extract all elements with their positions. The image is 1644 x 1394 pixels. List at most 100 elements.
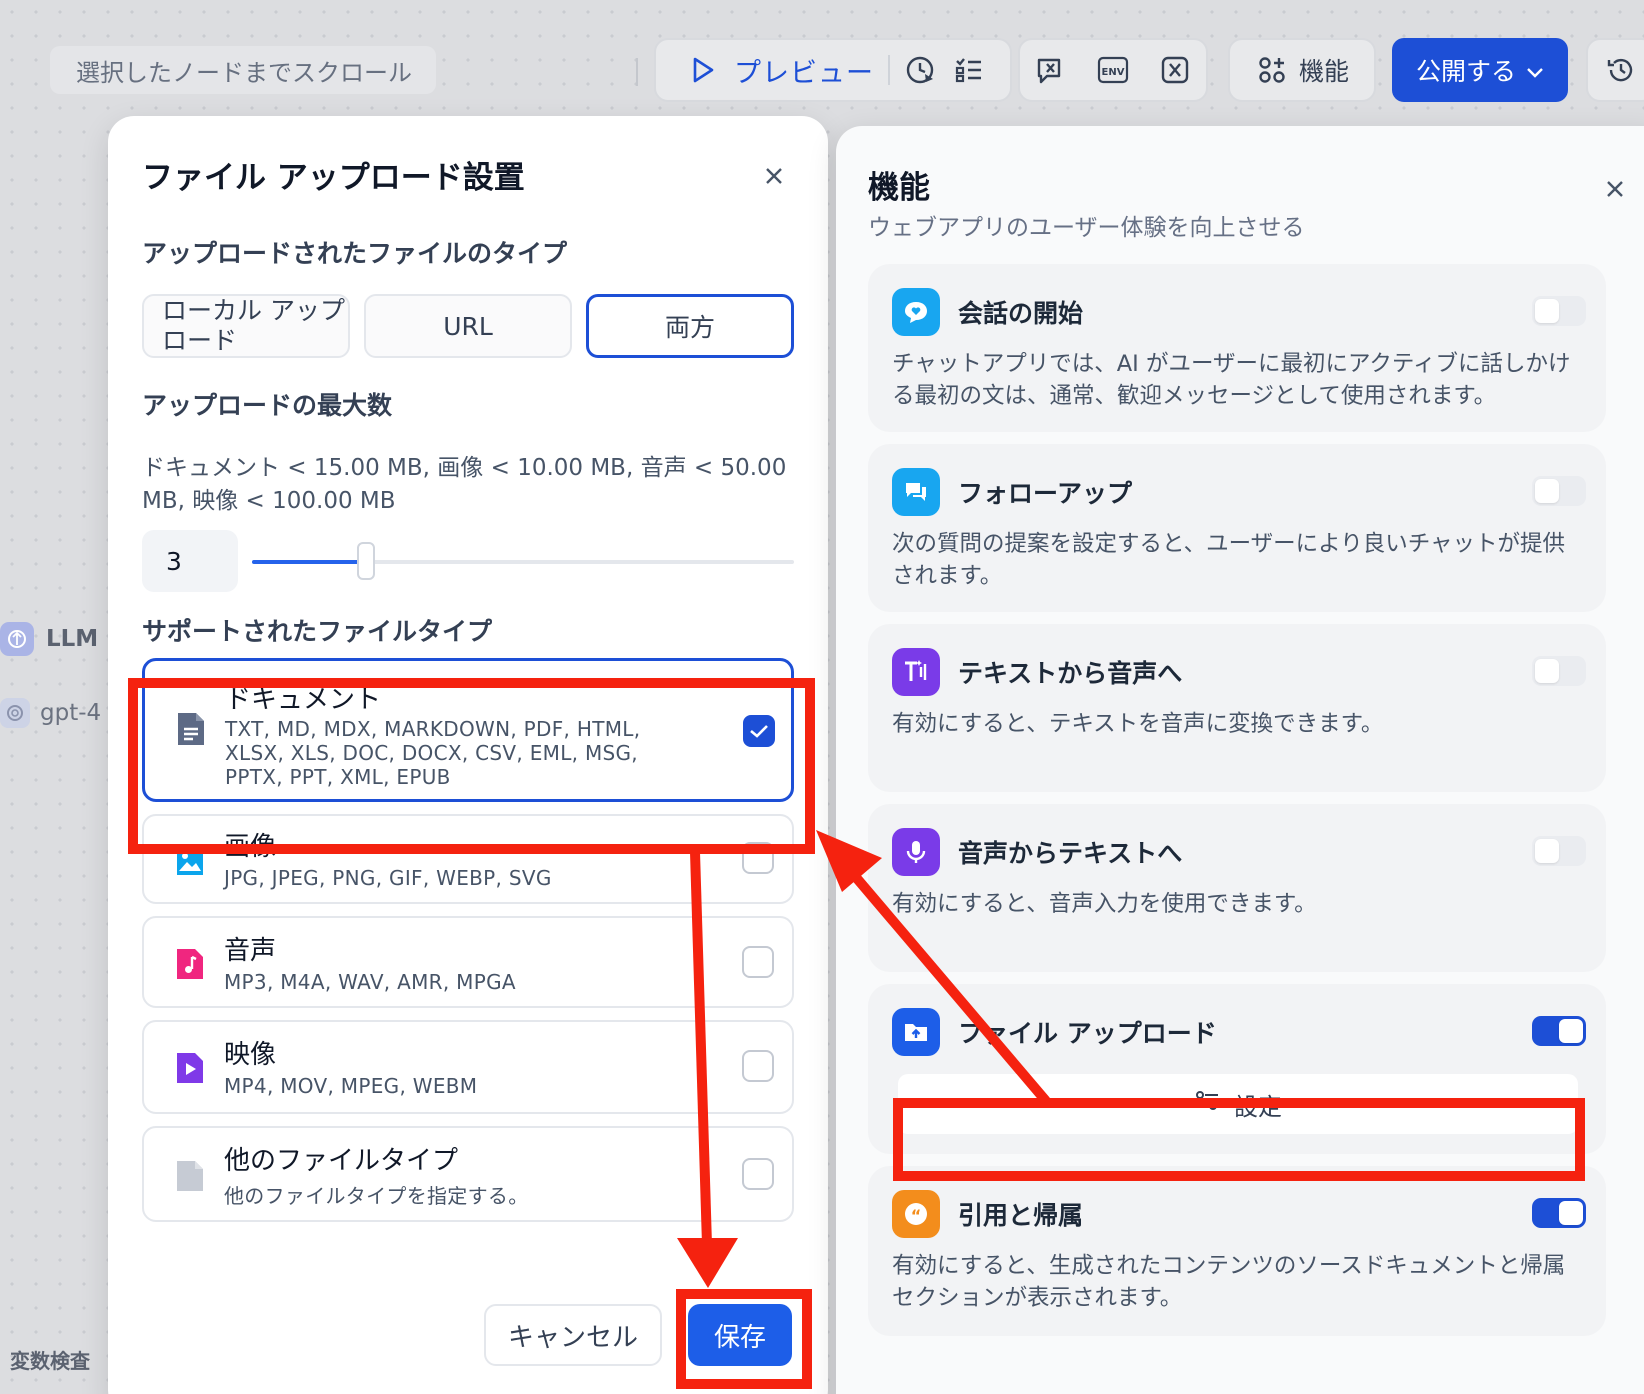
checklist-icon[interactable] — [952, 53, 986, 87]
file-type-video[interactable]: 映像 MP4, MOV, MPEG, WEBM — [142, 1020, 794, 1114]
supported-types-label: サポートされたファイルタイプ — [142, 617, 493, 646]
feature-follow-up: フォローアップ 次の質問の提案を設定すると、ユーザーにより良いチャットが提供され… — [868, 444, 1606, 612]
messages-icon — [892, 468, 940, 516]
file-type-name: 他のファイルタイプ — [224, 1146, 459, 1176]
preview-button-label[interactable]: プレビュー — [734, 51, 874, 90]
video-icon — [174, 1050, 206, 1086]
slider-thumb[interactable] — [356, 542, 375, 580]
history-icon — [1604, 53, 1638, 87]
file-type-document[interactable]: ドキュメント TXT, MD, MDX, MARKDOWN, PDF, HTML… — [142, 658, 794, 802]
quote-icon: “ — [892, 1190, 940, 1238]
file-type-checkbox[interactable] — [742, 1158, 774, 1190]
feature-description: 有効にすると、音声入力を使用できます。 — [892, 891, 1317, 917]
chat-bubble-icon — [892, 288, 940, 336]
document-icon — [175, 711, 207, 747]
feature-title: 音声からテキストへ — [958, 839, 1183, 868]
feature-toggle[interactable] — [1532, 476, 1586, 506]
feature-toggle[interactable] — [1532, 1198, 1586, 1228]
size-limits-text: ドキュメント < 15.00 MB, 画像 < 10.00 MB, 音声 < 5… — [142, 455, 787, 514]
toggle-knob — [1535, 659, 1559, 683]
scroll-to-node-button[interactable]: 選択したノードまでスクロール — [50, 46, 436, 94]
file-type-extensions: TXT, MD, MDX, MARKDOWN, PDF, HTML, XLSX,… — [225, 717, 641, 789]
close-icon[interactable] — [756, 158, 792, 194]
model-label: gpt-4 — [40, 700, 102, 726]
feature-text-to-speech: テキストから音声へ 有効にすると、テキストを音声に変換できます。 — [868, 624, 1606, 792]
top-toolbar: 選択したノードまでスクロール プレビュー ENV 機能 公開する — [0, 0, 1644, 120]
file-type-audio[interactable]: 音声 MP3, M4A, WAV, AMR, MPGA — [142, 916, 794, 1008]
toggle-knob — [1535, 839, 1559, 863]
upload-type-local[interactable]: ローカル アップロード — [142, 294, 350, 358]
file-type-checkbox[interactable] — [743, 715, 775, 747]
max-uploads-slider[interactable] — [252, 542, 794, 580]
file-upload-settings-button[interactable]: 設定 — [898, 1074, 1578, 1134]
upload-type-url[interactable]: URL — [364, 294, 572, 358]
file-type-image[interactable]: 画像 JPG, JPEG, PNG, GIF, WEBP, SVG — [142, 814, 794, 904]
file-type-name: 画像 — [224, 832, 277, 862]
audio-icon — [174, 946, 206, 982]
file-type-extensions: JPG, JPEG, PNG, GIF, WEBP, SVG — [224, 866, 552, 890]
toggle-knob — [1535, 299, 1559, 323]
feature-description: 次の質問の提案を設定すると、ユーザーにより良いチャットが提供されます。 — [892, 531, 1565, 589]
file-type-extensions: MP4, MOV, MPEG, WEBM — [224, 1074, 478, 1098]
cancel-button[interactable]: キャンセル — [484, 1304, 662, 1366]
features-title: 機能 — [868, 170, 930, 206]
toolbar-separator — [888, 55, 890, 85]
feature-toggle[interactable] — [1532, 1016, 1586, 1046]
file-icon — [174, 1158, 206, 1194]
llm-node-label: LLM — [46, 626, 99, 652]
llm-icon — [0, 622, 34, 656]
chevron-down-icon — [1526, 56, 1544, 85]
variable-inspect-button[interactable]: 変数検査 — [10, 1345, 90, 1374]
file-type-other[interactable]: 他のファイルタイプ 他のファイルタイプを指定する。 — [142, 1126, 794, 1222]
folder-upload-icon — [892, 1008, 940, 1056]
feature-conversation-opener: 会話の開始 チャットアプリでは、AI がユーザーに最初にアクティブに話しかける最… — [868, 264, 1606, 432]
upload-type-label: アップロードされたファイルのタイプ — [142, 239, 568, 268]
file-type-extensions: 他のファイルタイプを指定する。 — [224, 1184, 529, 1208]
llm-node[interactable]: LLM — [0, 622, 98, 656]
upload-type-both[interactable]: 両方 — [586, 294, 794, 358]
env-icon[interactable]: ENV — [1096, 53, 1130, 87]
modal-title: ファイル アップロード設置 — [142, 160, 525, 196]
settings-sliders-icon — [1194, 1090, 1220, 1118]
version-history-button[interactable] — [1586, 38, 1644, 102]
max-uploads-input[interactable]: 3 — [142, 530, 238, 592]
model-chip[interactable]: gpt-4 — [0, 698, 101, 728]
feature-file-upload: ファイル アップロード 設定 — [868, 984, 1606, 1154]
feature-toggle[interactable] — [1532, 656, 1586, 686]
feature-title: 引用と帰属 — [958, 1201, 1084, 1230]
feature-description: 有効にすると、テキストを音声に変換できます。 — [892, 711, 1384, 737]
feature-title: フォローアップ — [958, 479, 1133, 508]
publish-button[interactable]: 公開する — [1392, 38, 1568, 102]
feature-title: ファイル アップロード — [958, 1019, 1217, 1048]
play-icon[interactable] — [686, 53, 720, 87]
text-to-speech-icon — [892, 648, 940, 696]
feature-speech-to-text: 音声からテキストへ 有効にすると、音声入力を使用できます。 — [868, 804, 1606, 972]
save-button[interactable]: 保存 — [688, 1304, 792, 1366]
svg-text:“: “ — [911, 1206, 922, 1225]
file-upload-settings-modal: ファイル アップロード設置 アップロードされたファイルのタイプ ローカル アップ… — [108, 116, 828, 1394]
features-button[interactable]: 機能 — [1228, 38, 1376, 102]
variables-group: ENV — [1018, 38, 1208, 102]
feature-toggle[interactable] — [1532, 836, 1586, 866]
openai-icon — [0, 698, 30, 728]
file-type-checkbox[interactable] — [742, 842, 774, 874]
image-icon — [174, 842, 206, 878]
publish-button-label: 公開する — [1415, 57, 1516, 86]
features-subtitle: ウェブアプリのユーザー体験を向上させる — [868, 215, 1305, 241]
feature-citation: “ 引用と帰属 有効にすると、生成されたコンテンツのソースドキュメントと帰属セク… — [868, 1166, 1606, 1336]
file-type-checkbox[interactable] — [742, 1050, 774, 1082]
file-type-checkbox[interactable] — [742, 946, 774, 978]
svg-text:ENV: ENV — [1102, 67, 1125, 78]
conversation-variable-icon[interactable] — [1034, 53, 1068, 87]
settings-label: 設定 — [1234, 1092, 1282, 1121]
slider-fill — [252, 560, 366, 564]
global-variable-icon[interactable] — [1158, 53, 1192, 87]
feature-toggle[interactable] — [1532, 296, 1586, 326]
file-type-extensions: MP3, M4A, WAV, AMR, MPGA — [224, 970, 516, 994]
feature-description: 有効にすると、生成されたコンテンツのソースドキュメントと帰属セクションが表示され… — [892, 1253, 1566, 1311]
run-history-icon[interactable] — [904, 53, 938, 87]
close-icon[interactable] — [1598, 172, 1632, 206]
file-type-name: 音声 — [224, 936, 277, 966]
feature-title: テキストから音声へ — [958, 659, 1183, 688]
features-panel: 機能 ウェブアプリのユーザー体験を向上させる 会話の開始 チャットアプリでは、A… — [836, 126, 1644, 1394]
